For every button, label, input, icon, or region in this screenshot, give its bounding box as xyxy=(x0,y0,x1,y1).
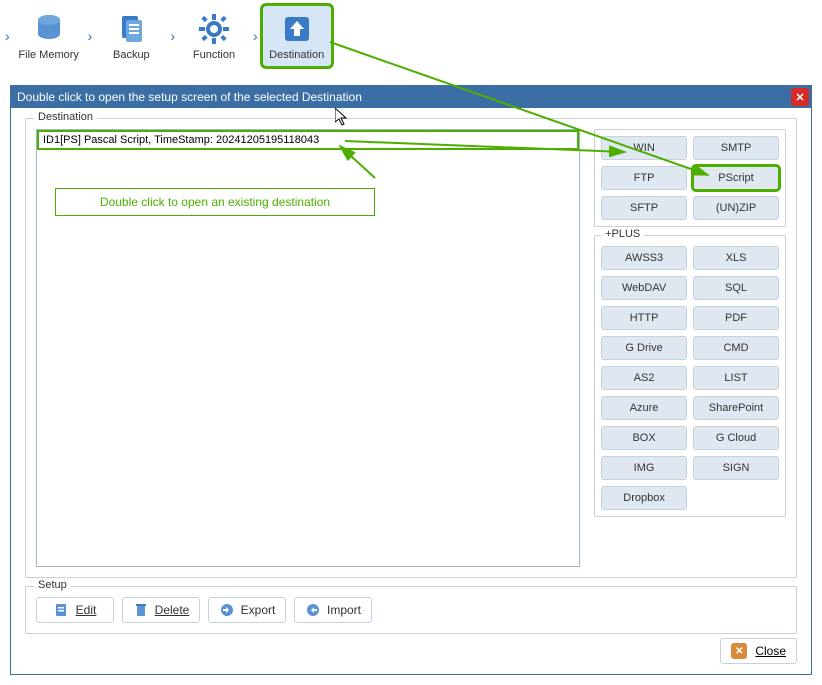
toolbar-function[interactable]: Function xyxy=(179,5,249,67)
plus-legend: +PLUS xyxy=(601,228,644,240)
edit-icon xyxy=(54,602,70,618)
close-icon: ✕ xyxy=(731,643,747,659)
toolbar-label: Function xyxy=(193,49,235,61)
dest-type-sharepoint[interactable]: SharePoint xyxy=(693,396,779,420)
export-button[interactable]: Export xyxy=(208,597,286,623)
chevron-right-icon: › xyxy=(170,28,175,44)
destination-fieldset: Destination ID1[PS] Pascal Script, TimeS… xyxy=(25,118,797,578)
database-icon xyxy=(31,11,67,47)
dest-type-unzip[interactable]: (UN)ZIP xyxy=(693,196,779,220)
import-button[interactable]: Import xyxy=(294,597,372,623)
close-button[interactable]: ✕ Close xyxy=(720,638,797,664)
export-icon xyxy=(219,602,235,618)
dest-type-sign[interactable]: SIGN xyxy=(693,456,779,480)
toolbar-file-memory[interactable]: File Memory xyxy=(14,5,84,67)
dest-type-pdf[interactable]: PDF xyxy=(693,306,779,330)
setup-legend: Setup xyxy=(34,579,71,591)
toolbar-backup[interactable]: Backup xyxy=(96,5,166,67)
setup-fieldset: Setup Edit Delete xyxy=(25,586,797,634)
dest-type-sftp[interactable]: SFTP xyxy=(601,196,687,220)
toolbar-label: File Memory xyxy=(18,49,79,61)
edit-label: Edit xyxy=(76,603,97,617)
chevron-right-icon: › xyxy=(253,28,258,44)
chevron-right-icon: › xyxy=(88,28,93,44)
dest-type-http[interactable]: HTTP xyxy=(601,306,687,330)
dest-type-ftp[interactable]: FTP xyxy=(601,166,687,190)
dest-type-list[interactable]: LIST xyxy=(693,366,779,390)
dest-type-pscript[interactable]: PScript xyxy=(693,166,779,190)
dialog-title: Double click to open the setup screen of… xyxy=(17,90,362,104)
toolbar-label: Destination xyxy=(269,49,324,61)
titlebar-close-button[interactable]: ✕ xyxy=(791,88,809,106)
export-label: Export xyxy=(241,603,276,617)
destination-type-grid-top: WIN SMTP FTP PScript SFTP (UN)ZIP xyxy=(594,129,786,227)
dest-type-gcloud[interactable]: G Cloud xyxy=(693,426,779,450)
destination-dialog: Double click to open the setup screen of… xyxy=(10,85,812,675)
delete-label: Delete xyxy=(155,603,190,617)
close-label: Close xyxy=(755,644,786,658)
dest-type-webdav[interactable]: WebDAV xyxy=(601,276,687,300)
destination-type-panel: WIN SMTP FTP PScript SFTP (UN)ZIP +PLUS … xyxy=(594,129,786,517)
chevron-right-icon: › xyxy=(5,28,10,44)
toolbar-label: Backup xyxy=(113,49,150,61)
dest-type-win[interactable]: WIN xyxy=(601,136,687,160)
top-toolbar: › File Memory › Backup › Function › Dest… xyxy=(0,0,822,67)
dest-type-azure[interactable]: Azure xyxy=(601,396,687,420)
dest-type-sql[interactable]: SQL xyxy=(693,276,779,300)
dest-type-awss3[interactable]: AWSS3 xyxy=(601,246,687,270)
dest-type-smtp[interactable]: SMTP xyxy=(693,136,779,160)
dest-type-gdrive[interactable]: G Drive xyxy=(601,336,687,360)
import-icon xyxy=(305,602,321,618)
document-copy-icon xyxy=(113,11,149,47)
delete-button[interactable]: Delete xyxy=(122,597,200,623)
gear-icon xyxy=(196,11,232,47)
destination-item[interactable]: ID1[PS] Pascal Script, TimeStamp: 202412… xyxy=(38,131,578,149)
hint-callout: Double click to open an existing destina… xyxy=(55,188,375,216)
dest-type-box[interactable]: BOX xyxy=(601,426,687,450)
upload-icon xyxy=(279,11,315,47)
dialog-titlebar: Double click to open the setup screen of… xyxy=(11,86,811,108)
dest-type-cmd[interactable]: CMD xyxy=(693,336,779,360)
toolbar-destination[interactable]: Destination xyxy=(262,5,332,67)
dest-type-img[interactable]: IMG xyxy=(601,456,687,480)
destination-legend: Destination xyxy=(34,111,97,123)
edit-button[interactable]: Edit xyxy=(36,597,114,623)
dest-type-xls[interactable]: XLS xyxy=(693,246,779,270)
dest-type-dropbox[interactable]: Dropbox xyxy=(601,486,687,510)
trash-icon xyxy=(133,602,149,618)
dest-type-as2[interactable]: AS2 xyxy=(601,366,687,390)
destination-type-grid-plus: +PLUS AWSS3 XLS WebDAV SQL HTTP PDF G Dr… xyxy=(594,235,786,517)
import-label: Import xyxy=(327,603,361,617)
